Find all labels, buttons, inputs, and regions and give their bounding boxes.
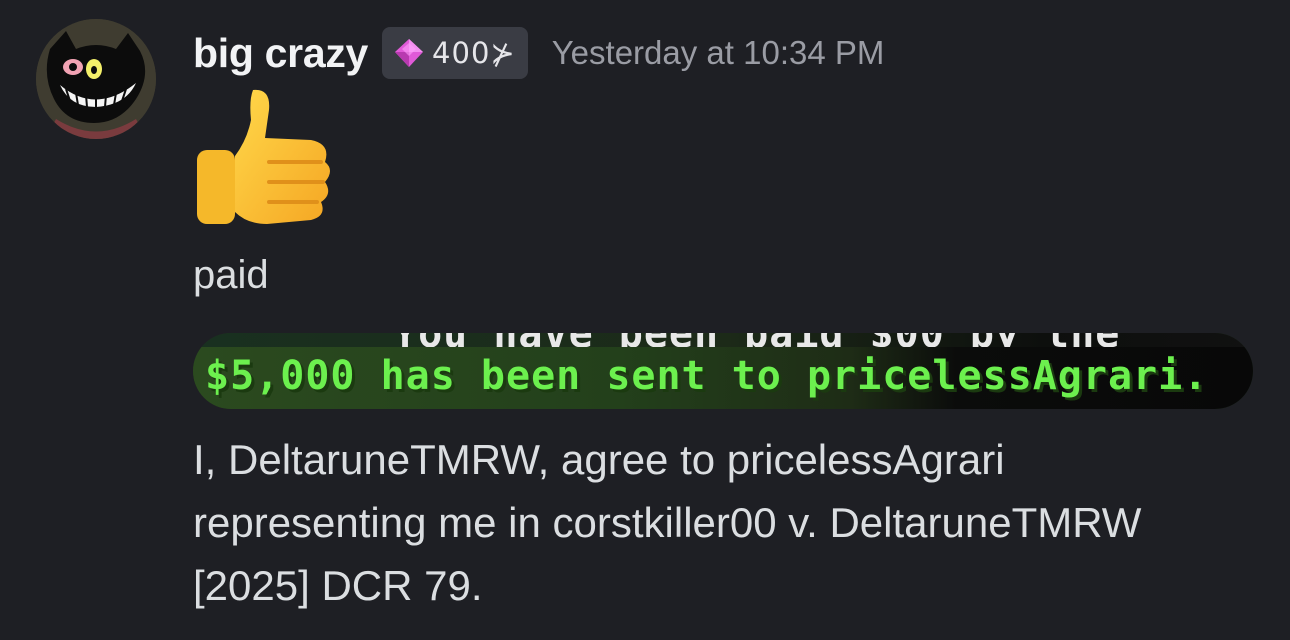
body-line: representing me in corstkiller00 v. Delt… xyxy=(193,499,1142,546)
message-body: I, DeltaruneTMRW, agree to pricelessAgra… xyxy=(193,428,1273,617)
image-top-strip: You have been paid $00 by the xyxy=(193,333,1253,357)
avatar[interactable] xyxy=(36,19,156,139)
username[interactable]: big crazy xyxy=(193,30,368,77)
guild-tag[interactable]: 400⊁ xyxy=(382,27,528,79)
body-line: [2025] DCR 79. xyxy=(193,562,483,609)
thumbs-up-icon xyxy=(197,89,330,224)
timestamp[interactable]: Yesterday at 10:34 PM xyxy=(552,34,885,72)
pink-gem-icon xyxy=(395,39,424,67)
body-line: I, DeltaruneTMRW, agree to pricelessAgra… xyxy=(193,436,1005,483)
message-text-paid: paid xyxy=(193,253,269,297)
cartoon-cat-icon xyxy=(36,19,156,139)
chat-message: big crazy 400⊁ Yesterday at 10:34 PM pai… xyxy=(0,0,1290,640)
attachment-image[interactable]: You have been paid $00 by the $5,000 has… xyxy=(193,333,1253,409)
message-header: big crazy 400⊁ Yesterday at 10:34 PM xyxy=(193,25,884,81)
guild-tag-text: 400⊁ xyxy=(432,36,516,70)
image-main-text: $5,000 has been sent to pricelessAgrari. xyxy=(205,353,1209,399)
thumbs-up-emoji[interactable] xyxy=(193,84,335,230)
